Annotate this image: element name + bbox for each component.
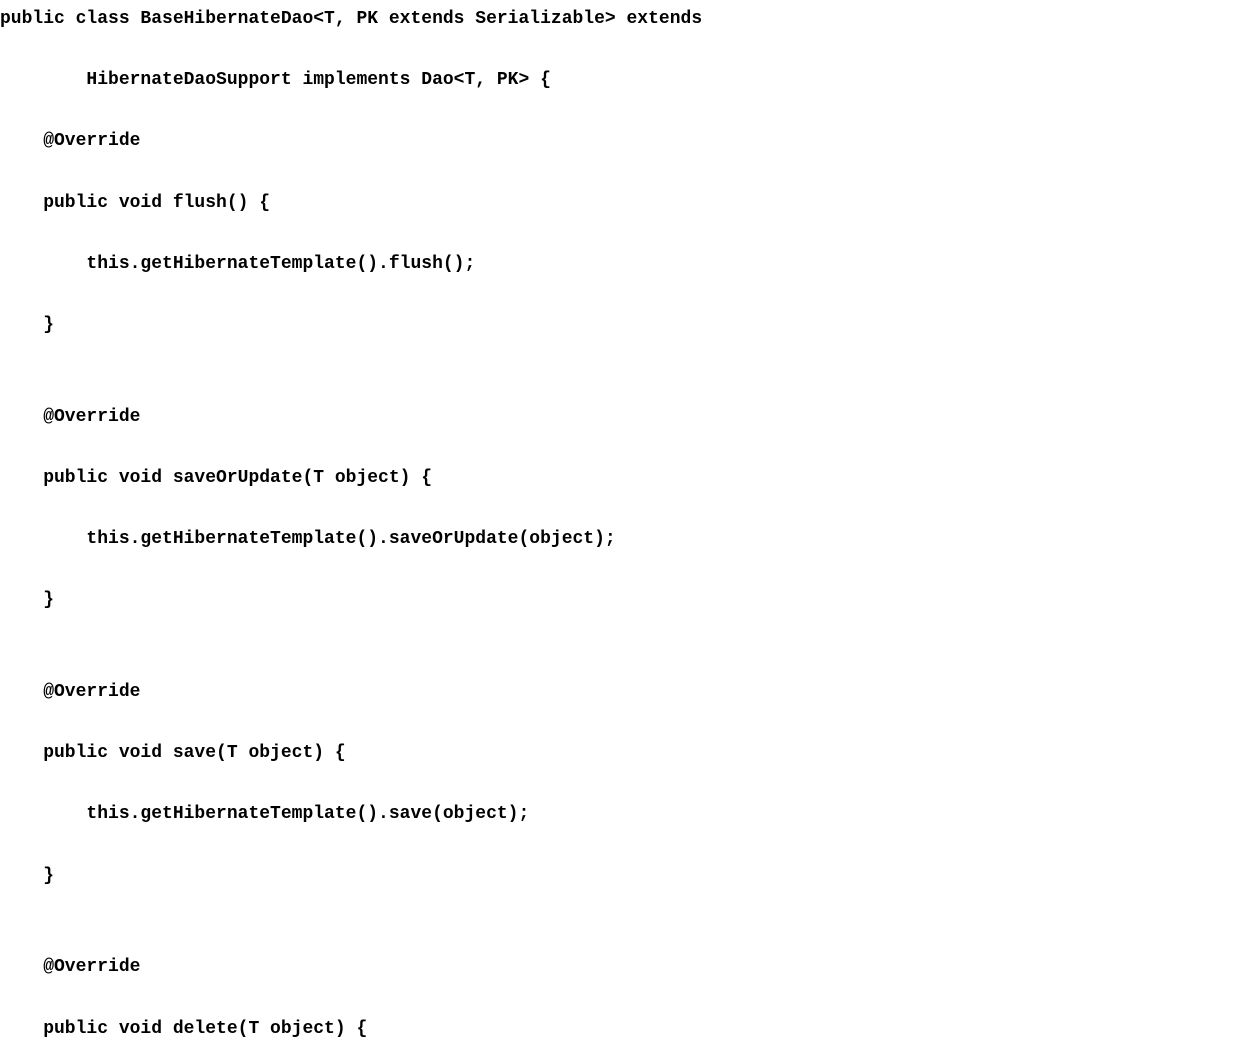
code-line: @Override: [0, 402, 1240, 433]
code-line: @Override: [0, 126, 1240, 157]
code-line: public void saveOrUpdate(T object) {: [0, 463, 1240, 494]
code-line: }: [0, 585, 1240, 616]
code-line: this.getHibernateTemplate().flush();: [0, 249, 1240, 280]
code-pre: public class BaseHibernateDao<T, PK exte…: [0, 0, 1240, 1061]
code-line: public void delete(T object) {: [0, 1014, 1240, 1045]
code-line: @Override: [0, 952, 1240, 983]
code-block: public class BaseHibernateDao<T, PK exte…: [0, 0, 1240, 1061]
code-line: this.getHibernateTemplate().saveOrUpdate…: [0, 524, 1240, 555]
code-line: HibernateDaoSupport implements Dao<T, PK…: [0, 65, 1240, 96]
code-line: public void flush() {: [0, 188, 1240, 219]
code-line: }: [0, 861, 1240, 892]
code-line: this.getHibernateTemplate().save(object)…: [0, 799, 1240, 830]
code-line: public void save(T object) {: [0, 738, 1240, 769]
code-line: }: [0, 310, 1240, 341]
code-line: @Override: [0, 677, 1240, 708]
code-line: public class BaseHibernateDao<T, PK exte…: [0, 4, 1240, 35]
